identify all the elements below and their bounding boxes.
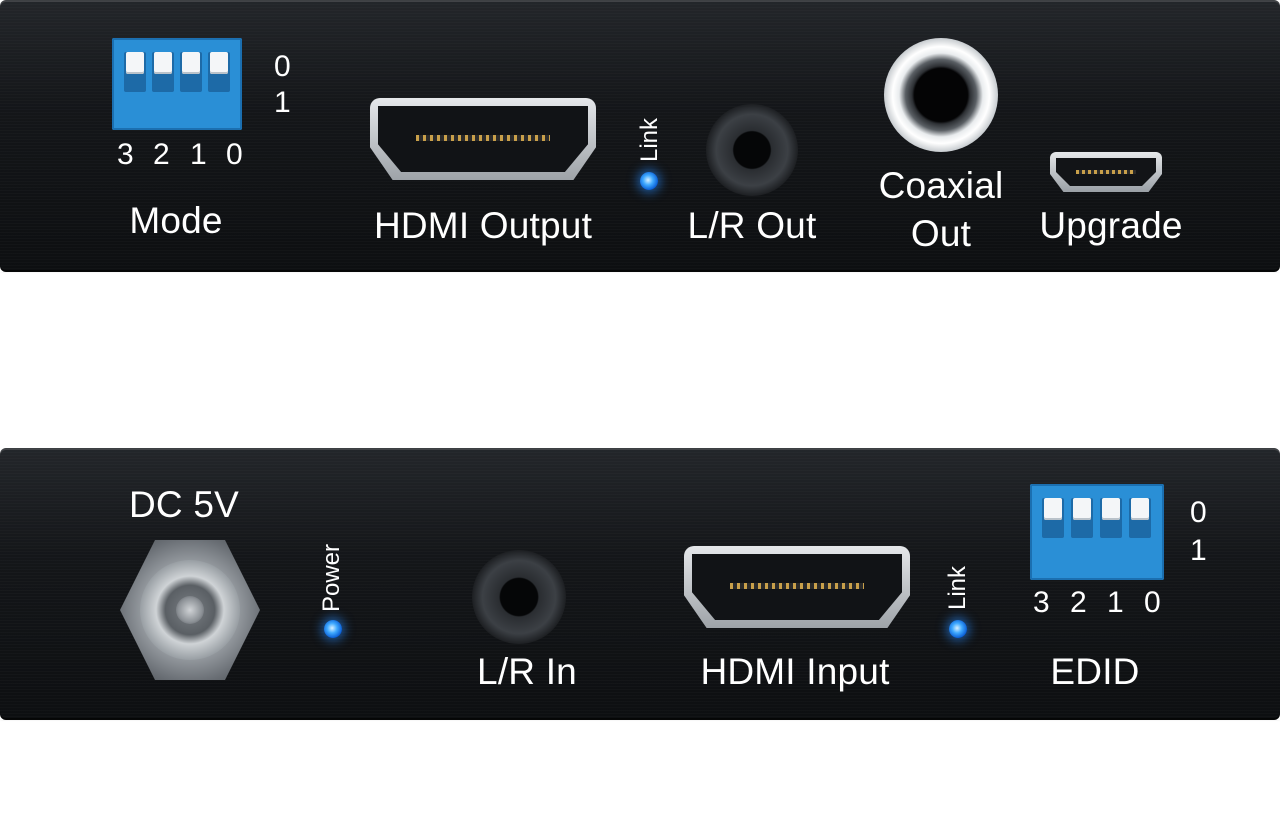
dip-slot-3[interactable] (124, 52, 146, 92)
dip-position-1: 1 (190, 138, 207, 171)
lr-in-jack[interactable] (472, 550, 566, 644)
upgrade-usb-port[interactable] (1050, 152, 1162, 192)
lr-in-label: L/R In (477, 651, 577, 692)
lr-out-jack[interactable] (706, 104, 798, 196)
dip-slot-3[interactable] (1042, 498, 1064, 538)
usb-port-opening (1056, 158, 1156, 186)
dip-slot-1[interactable] (180, 52, 202, 92)
transmitter-reflection (0, 720, 1280, 839)
dip-slot-1[interactable] (1100, 498, 1122, 538)
mode-label: Mode (129, 200, 223, 241)
dip-lever (1102, 498, 1120, 520)
transmitter-panel: DC 5V Power L/R In HDMI Input Link 0 1 3… (0, 448, 1280, 720)
edid-dip-switch[interactable] (1030, 484, 1164, 580)
link-led (640, 172, 658, 190)
hdmi-port-opening (378, 106, 588, 172)
reflection-fade (0, 720, 1280, 839)
dip-state-1: 1 (1190, 534, 1207, 567)
link-led (949, 620, 967, 638)
receiver-panel: 0 1 3 2 1 0 Mode HDMI Output Link L/R Ou… (0, 0, 1280, 272)
dip-lever (1044, 498, 1062, 520)
edid-label: EDID (1050, 651, 1140, 692)
dip-lever (126, 52, 144, 74)
coaxial-out-jack[interactable] (884, 38, 998, 152)
hdmi-input-label: HDMI Input (700, 651, 890, 692)
dip-lever (1131, 498, 1149, 520)
dip-lever (154, 52, 172, 74)
hdmi-output-port[interactable] (370, 98, 596, 180)
dip-slot-2[interactable] (1071, 498, 1093, 538)
dip-position-2: 2 (1070, 586, 1087, 619)
coaxial-label-line1: Coaxial (878, 165, 1004, 206)
power-led (324, 620, 342, 638)
hdmi-pins (729, 583, 865, 590)
mode-dip-switch[interactable] (112, 38, 242, 130)
dc-jack-pin (176, 596, 204, 624)
dip-slot-0[interactable] (1129, 498, 1151, 538)
dip-lever (182, 52, 200, 74)
dip-state-0: 0 (1190, 496, 1207, 529)
reflection-fade (0, 272, 1280, 412)
dip-position-0: 0 (226, 138, 243, 171)
dc-5v-label: DC 5V (129, 484, 239, 525)
power-label: Power (318, 543, 345, 612)
dip-state-1: 1 (274, 86, 291, 119)
hdmi-input-port[interactable] (684, 546, 910, 628)
dip-position-2: 2 (153, 138, 170, 171)
dip-position-3: 3 (117, 138, 134, 171)
dip-state-0: 0 (274, 50, 291, 83)
dc-power-jack[interactable] (120, 540, 260, 680)
lr-out-label: L/R Out (687, 205, 817, 246)
dip-position-0: 0 (1144, 586, 1161, 619)
hdmi-pins (415, 135, 551, 142)
link-label: Link (636, 117, 663, 162)
dip-position-3: 3 (1033, 586, 1050, 619)
coaxial-label-line2: Out (910, 213, 972, 254)
dip-lever (210, 52, 228, 74)
upgrade-label: Upgrade (1039, 205, 1183, 246)
dip-position-1: 1 (1107, 586, 1124, 619)
hdmi-port-opening (692, 554, 902, 620)
dip-lever (1073, 498, 1091, 520)
usb-pins (1076, 169, 1136, 174)
receiver-reflection (0, 272, 1280, 412)
link-label: Link (944, 565, 971, 610)
dip-slot-2[interactable] (152, 52, 174, 92)
hdmi-output-label: HDMI Output (373, 205, 593, 246)
dip-slot-0[interactable] (208, 52, 230, 92)
